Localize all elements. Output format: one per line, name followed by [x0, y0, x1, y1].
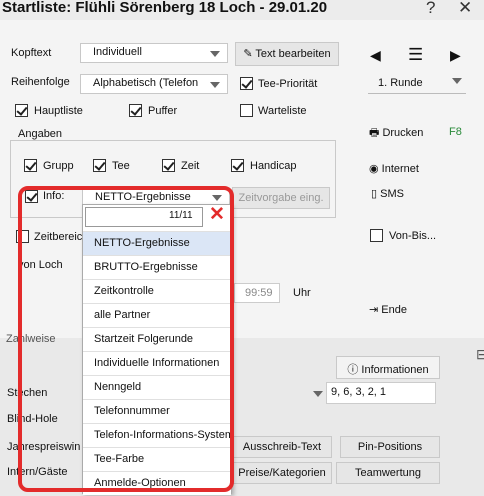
von-bis-checkbox[interactable] — [370, 229, 383, 242]
internet-button[interactable]: ◉ Internet — [369, 162, 419, 175]
tee-prioritaet-label: Tee-Priorität — [258, 78, 318, 90]
text-edit-button[interactable]: ✎ Text bearbeiten — [235, 42, 339, 66]
menu-icon[interactable]: ☰ — [408, 45, 423, 65]
zeitvorgabe-button[interactable]: Zeitvorgabe eing. — [232, 187, 330, 209]
reihenfolge-select[interactable]: Alphabetisch (Telefon — [80, 74, 228, 94]
hauptliste-label: Hauptliste — [34, 105, 83, 117]
zeit-label: Zeit — [181, 160, 200, 172]
edge-icon: ⊟ — [476, 346, 484, 362]
exit-icon: ⇥ — [369, 304, 382, 316]
window-title: Startliste: Flühli Sörenberg 18 Loch - 2… — [2, 0, 328, 16]
runde-select[interactable]: 1. Runde — [368, 74, 466, 94]
title-bar: Startliste: Flühli Sörenberg 18 Loch - 2… — [0, 0, 484, 20]
time-input[interactable]: 99:59 — [234, 283, 280, 303]
handicap-checkbox[interactable] — [231, 159, 244, 172]
chevron-down-icon — [313, 391, 323, 397]
info-icon: ⓘ — [347, 364, 362, 376]
kopftext-value: Individuell — [93, 46, 142, 58]
kopftext-label: Kopftext — [11, 47, 52, 59]
chevron-down-icon — [210, 51, 220, 57]
puffer-label: Puffer — [148, 105, 178, 117]
printer-icon: 🖶 — [369, 127, 383, 139]
next-arrow-icon[interactable]: ▶ — [450, 47, 461, 64]
close-button[interactable]: ✕ — [458, 0, 472, 18]
von-bis-label: Von-Bis... — [389, 230, 437, 242]
phone-icon: ▯ — [371, 188, 381, 200]
teamwertung-button[interactable]: Teamwertung — [336, 462, 440, 484]
preise-kategorien-button[interactable]: Preise/Kategorien — [232, 462, 332, 484]
reihenfolge-label: Reihenfolge — [11, 76, 70, 88]
highlight-annotation — [18, 186, 234, 492]
help-button[interactable]: ? — [426, 0, 435, 18]
informationen-button[interactable]: ⓘ Informationen — [336, 356, 440, 379]
ende-button[interactable]: ⇥ Ende — [369, 303, 407, 316]
stechen-input[interactable]: 9, 6, 3, 2, 1 — [326, 382, 436, 404]
grupp-checkbox[interactable] — [24, 159, 37, 172]
chevron-down-icon — [452, 78, 462, 84]
pencil-icon: ✎ — [243, 48, 256, 60]
handicap-label: Handicap — [250, 160, 297, 172]
pin-positions-button[interactable]: Pin-Positions — [340, 436, 440, 458]
globe-icon: ◉ — [369, 163, 382, 175]
hauptliste-checkbox[interactable] — [15, 104, 28, 117]
tee-prioritaet-checkbox[interactable] — [240, 77, 253, 90]
warteliste-checkbox[interactable] — [240, 104, 253, 117]
zeit-checkbox[interactable] — [162, 159, 175, 172]
ausschreib-text-button[interactable]: Ausschreib-Text — [232, 436, 332, 458]
sms-button[interactable]: ▯ SMS — [371, 187, 404, 200]
drucken-button[interactable]: 🖶 Drucken — [369, 124, 423, 143]
chevron-down-icon — [210, 82, 220, 88]
puffer-checkbox[interactable] — [129, 104, 142, 117]
tee-label: Tee — [112, 160, 130, 172]
angaben-legend: Angaben — [16, 128, 65, 140]
prev-arrow-icon[interactable]: ◀ — [370, 47, 381, 64]
tee-checkbox[interactable] — [93, 159, 106, 172]
grupp-label: Grupp — [43, 160, 74, 172]
kopftext-select[interactable]: Individuell — [80, 43, 228, 63]
warteliste-label: Warteliste — [258, 105, 307, 117]
uhr-label: Uhr — [293, 287, 311, 299]
drucken-shortcut: F8 — [449, 126, 462, 138]
